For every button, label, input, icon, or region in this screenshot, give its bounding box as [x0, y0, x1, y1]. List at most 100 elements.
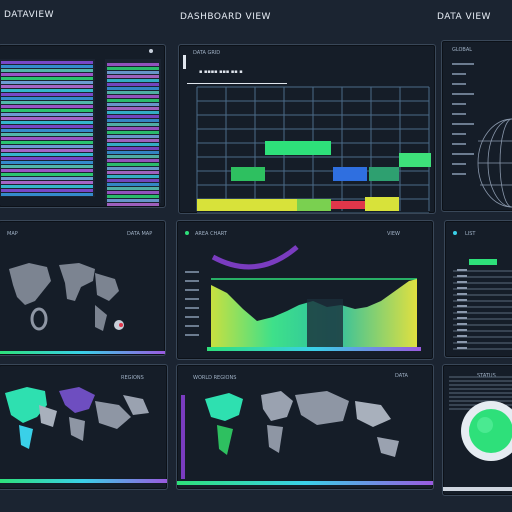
- heatbar-row: [107, 135, 159, 138]
- heatbar-row: [1, 145, 93, 148]
- heatbar-row: [1, 113, 93, 116]
- area-ylabel: [185, 307, 199, 309]
- heatbar-row: [1, 129, 93, 132]
- heatbar-row: [1, 105, 93, 108]
- heatbar-row: [1, 137, 93, 140]
- heatbar-row: [107, 143, 159, 146]
- map-landmass: [267, 425, 283, 453]
- heatbar-row: [107, 103, 159, 106]
- map-landmass: [295, 391, 349, 425]
- map-landmass: [355, 401, 391, 427]
- gauge-canvas: [443, 376, 512, 491]
- grid-cell: [333, 167, 367, 181]
- area-chart-canvas: [185, 245, 421, 351]
- list-panel[interactable]: LIST: [444, 220, 512, 358]
- heatbar-row: [1, 157, 93, 160]
- map-bottom-panel[interactable]: REGIONS: [0, 364, 168, 490]
- heatbar-row: [1, 73, 93, 76]
- list-row-label: [457, 293, 467, 295]
- map-landmass: [217, 425, 233, 455]
- heatbar-row: [1, 161, 93, 164]
- map-bottom-strip: [0, 479, 167, 483]
- gauge-panel[interactable]: STATUS: [442, 364, 512, 496]
- heatbar-row: [107, 183, 159, 186]
- gauge-footer-strip: [443, 487, 512, 491]
- heatbar-row: [107, 131, 159, 134]
- heatbar-row: [107, 195, 159, 198]
- world-map-bottom: [0, 387, 167, 483]
- list-highlight: [469, 259, 497, 265]
- area-dark-block: [307, 299, 343, 347]
- map-landmass: [59, 263, 95, 301]
- map-landmass: [69, 417, 85, 441]
- globe-text-line: [452, 63, 474, 65]
- area-base-strip: [207, 347, 421, 351]
- grid-cell: [297, 199, 331, 211]
- heatbar-row: [1, 81, 93, 84]
- list-row-label: [457, 275, 467, 277]
- heatbar-row: [1, 85, 93, 88]
- map-landmass: [39, 405, 57, 427]
- heatbar-row: [1, 169, 93, 172]
- heatbars-panel[interactable]: [0, 44, 166, 208]
- heatbar-row: [1, 149, 93, 152]
- heatbar-row: [107, 167, 159, 170]
- heatbar-row: [1, 93, 93, 96]
- heatbar-row: [107, 115, 159, 118]
- heatbar-row: [107, 171, 159, 174]
- heatbar-row: [1, 77, 93, 80]
- list-row-label: [457, 287, 467, 289]
- globe-text-line: [452, 83, 466, 85]
- heatbar-row: [107, 79, 159, 82]
- globe-text-line: [452, 153, 474, 155]
- area-arc: [211, 245, 299, 270]
- map-marker: [30, 307, 48, 331]
- heatbar-row: [107, 155, 159, 158]
- heatbar-row: [107, 119, 159, 122]
- globe-panel[interactable]: GLOBAL: [441, 40, 512, 212]
- heatbar-row: [107, 187, 159, 190]
- heatbar-row: [107, 191, 159, 194]
- heatbar-row: [107, 203, 159, 206]
- globe-text-line: [452, 163, 466, 165]
- globe-text-line: [452, 113, 466, 115]
- heatbar-row: [107, 123, 159, 126]
- map-top-panel[interactable]: MAP DATA MAP: [0, 220, 166, 356]
- list-canvas: [453, 259, 512, 350]
- list-row-label: [457, 329, 467, 331]
- area-ylabel: [185, 298, 199, 300]
- heatbar-row: [107, 95, 159, 98]
- map-center-panel[interactable]: WORLD REGIONS DATA: [176, 364, 434, 490]
- heatbar-row: [1, 109, 93, 112]
- dashboard-screen: { "header": { "left_title": "DATAVIEW", …: [0, 0, 512, 512]
- heatbar-row: [1, 125, 93, 128]
- heatbar-row: [1, 69, 93, 72]
- globe-text-line: [452, 93, 474, 95]
- header-title-center: DASHBOARD VIEW: [180, 12, 271, 22]
- map-landmass: [261, 391, 293, 421]
- heatbar-row: [1, 165, 93, 168]
- heatbar-row: [1, 153, 93, 156]
- heatbar-row: [1, 97, 93, 100]
- data-grid-panel[interactable]: DATA GRID ▪ ▪▪▪▪ ▪▪▪ ▪▪ ▪: [178, 44, 436, 214]
- heatbar-row: [1, 193, 93, 196]
- grid-cell: [365, 197, 399, 211]
- list-row-label: [457, 299, 467, 301]
- area-ylabel: [185, 289, 199, 291]
- grid-cell: [197, 199, 297, 211]
- heatbar-row: [107, 83, 159, 86]
- heatbar-row: [107, 199, 159, 202]
- area-chart-panel[interactable]: AREA CHART VIEW: [176, 220, 434, 360]
- heatbar-row: [107, 127, 159, 130]
- heatbar-row: [1, 173, 93, 176]
- map-bottom-gradient: [0, 351, 165, 354]
- globe-canvas: [452, 63, 512, 208]
- list-row-label: [457, 323, 467, 325]
- world-map-top: [0, 263, 165, 354]
- map-center-strip: [177, 481, 433, 485]
- map-marker: [119, 323, 123, 327]
- heatbar-row: [107, 159, 159, 162]
- heatbar-row: [1, 141, 93, 144]
- globe-text-line: [452, 73, 466, 75]
- grid-cell: [231, 167, 265, 181]
